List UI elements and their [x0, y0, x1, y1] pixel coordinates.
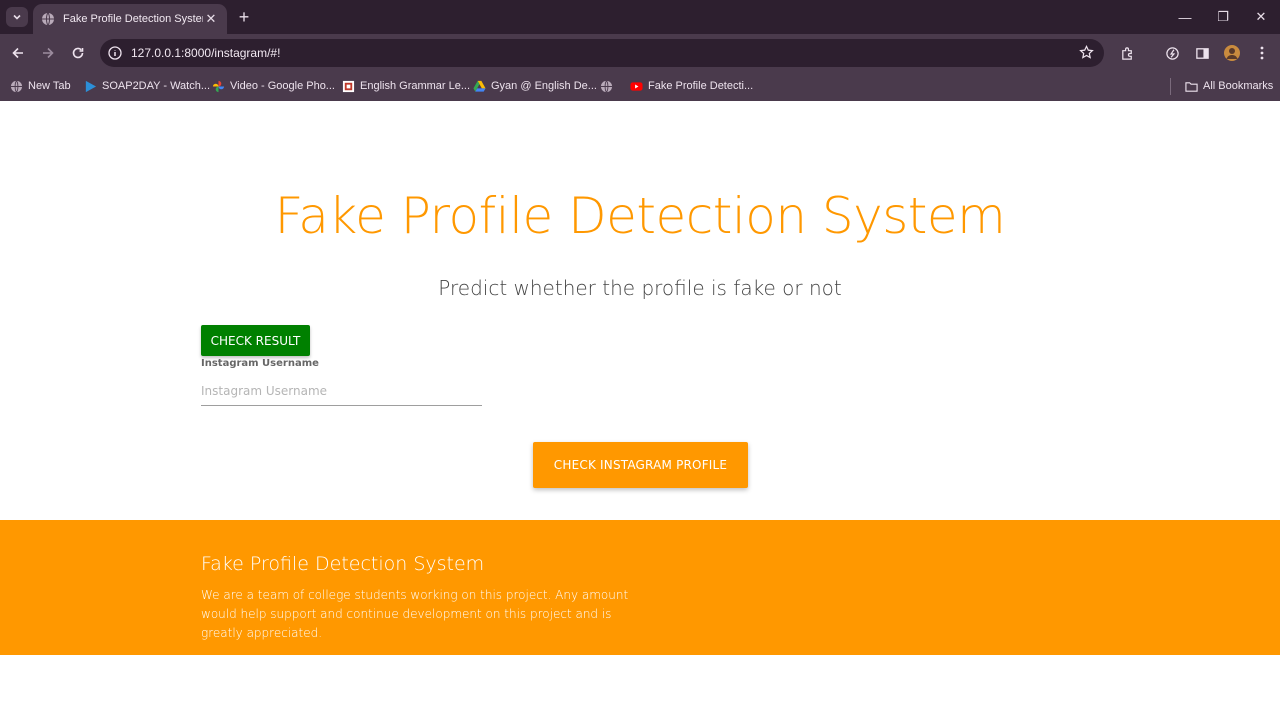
bookmark-globe[interactable] [600, 78, 618, 94]
side-panel-button[interactable] [1191, 42, 1213, 64]
star-icon[interactable] [1079, 45, 1094, 60]
check-result-button[interactable]: CHECK RESULT [201, 325, 310, 356]
address-bar[interactable]: 127.0.0.1:8000/instagram/#! [100, 39, 1104, 67]
reload-icon [72, 47, 84, 59]
bookmark-google-photos[interactable]: Video - Google Pho... [212, 78, 335, 94]
google-photos-icon [212, 80, 225, 92]
arrow-left-icon [12, 47, 23, 59]
footer-text: We are a team of college students workin… [201, 588, 629, 640]
tab-title: Fake Profile Detection System [63, 13, 203, 25]
bookmark-new-tab[interactable]: New Tab [10, 78, 71, 94]
bookmarks-divider [1170, 78, 1171, 95]
minimize-icon[interactable]: — [1166, 0, 1204, 34]
new-tab-button[interactable]: + [234, 7, 254, 27]
google-drive-icon [473, 80, 486, 92]
profile-button[interactable] [1221, 42, 1243, 64]
extensions-button[interactable] [1116, 42, 1138, 64]
page-content: Fake Profile Detection System Predict wh… [0, 101, 1280, 720]
bookmark-soap2day[interactable]: SOAP2DAY - Watch... [84, 78, 210, 94]
bookmark-english-grammar[interactable]: English Grammar Le... [342, 78, 470, 94]
play-icon [85, 80, 97, 92]
url-text: 127.0.0.1:8000/instagram/#! [131, 46, 281, 60]
site-info-icon[interactable] [108, 46, 122, 60]
active-tab[interactable]: Fake Profile Detection System ✕ [33, 4, 227, 34]
bookmark-label: SOAP2DAY - Watch... [102, 80, 210, 92]
menu-button[interactable] [1251, 42, 1273, 64]
close-tab-icon[interactable]: ✕ [203, 11, 219, 27]
window-controls: — ❐ ✕ [1166, 0, 1280, 34]
browser-toolbar: 127.0.0.1:8000/instagram/#! [0, 34, 1280, 72]
globe-icon [10, 80, 23, 92]
globe-icon [42, 12, 54, 26]
tab-search-button[interactable] [6, 7, 28, 27]
footer-title: Fake Profile Detection System [201, 553, 485, 575]
forward-button[interactable] [37, 42, 59, 64]
tab-strip: Fake Profile Detection System ✕ + — ❐ ✕ [0, 0, 1280, 34]
bookmark-label: Video - Google Pho... [230, 80, 335, 92]
avatar [1224, 45, 1240, 61]
reload-button[interactable] [67, 42, 89, 64]
globe-icon [600, 80, 613, 92]
puzzle-icon [1121, 46, 1132, 60]
site-icon [342, 80, 355, 92]
speed-icon [1165, 46, 1179, 60]
bookmark-fake-profile[interactable]: Fake Profile Detecti... [630, 78, 753, 94]
performance-button[interactable] [1161, 42, 1183, 64]
footer: Fake Profile Detection System We are a t… [0, 520, 1280, 655]
bookmark-label: English Grammar Le... [360, 80, 471, 92]
close-window-icon[interactable]: ✕ [1242, 0, 1280, 34]
youtube-icon [630, 81, 643, 91]
more-vertical-icon [1260, 46, 1264, 60]
chevron-down-icon [13, 14, 21, 20]
all-bookmarks-button[interactable]: All Bookmarks [1185, 78, 1273, 94]
page-title: Fake Profile Detection System [274, 187, 1006, 245]
bookmark-label: Fake Profile Detecti... [648, 80, 754, 92]
side-panel-icon [1195, 47, 1209, 59]
back-button[interactable] [7, 42, 29, 64]
username-label: Instagram Username [201, 358, 319, 369]
bookmark-label: Gyan @ English De... [491, 80, 597, 92]
instagram-username-input[interactable] [201, 376, 482, 406]
folder-icon [1185, 81, 1198, 92]
all-bookmarks-label: All Bookmarks [1203, 80, 1274, 92]
arrow-right-icon [43, 47, 54, 59]
check-instagram-profile-button[interactable]: CHECK INSTAGRAM PROFILE [533, 442, 748, 488]
restore-icon[interactable]: ❐ [1204, 0, 1242, 34]
bookmark-gyan[interactable]: Gyan @ English De... [473, 78, 597, 94]
page-subtitle: Predict whether the profile is fake or n… [438, 276, 842, 300]
bookmarks-bar: New Tab SOAP2DAY - Watch... Video - Goog… [0, 72, 1280, 101]
bookmark-label: New Tab [28, 80, 71, 92]
